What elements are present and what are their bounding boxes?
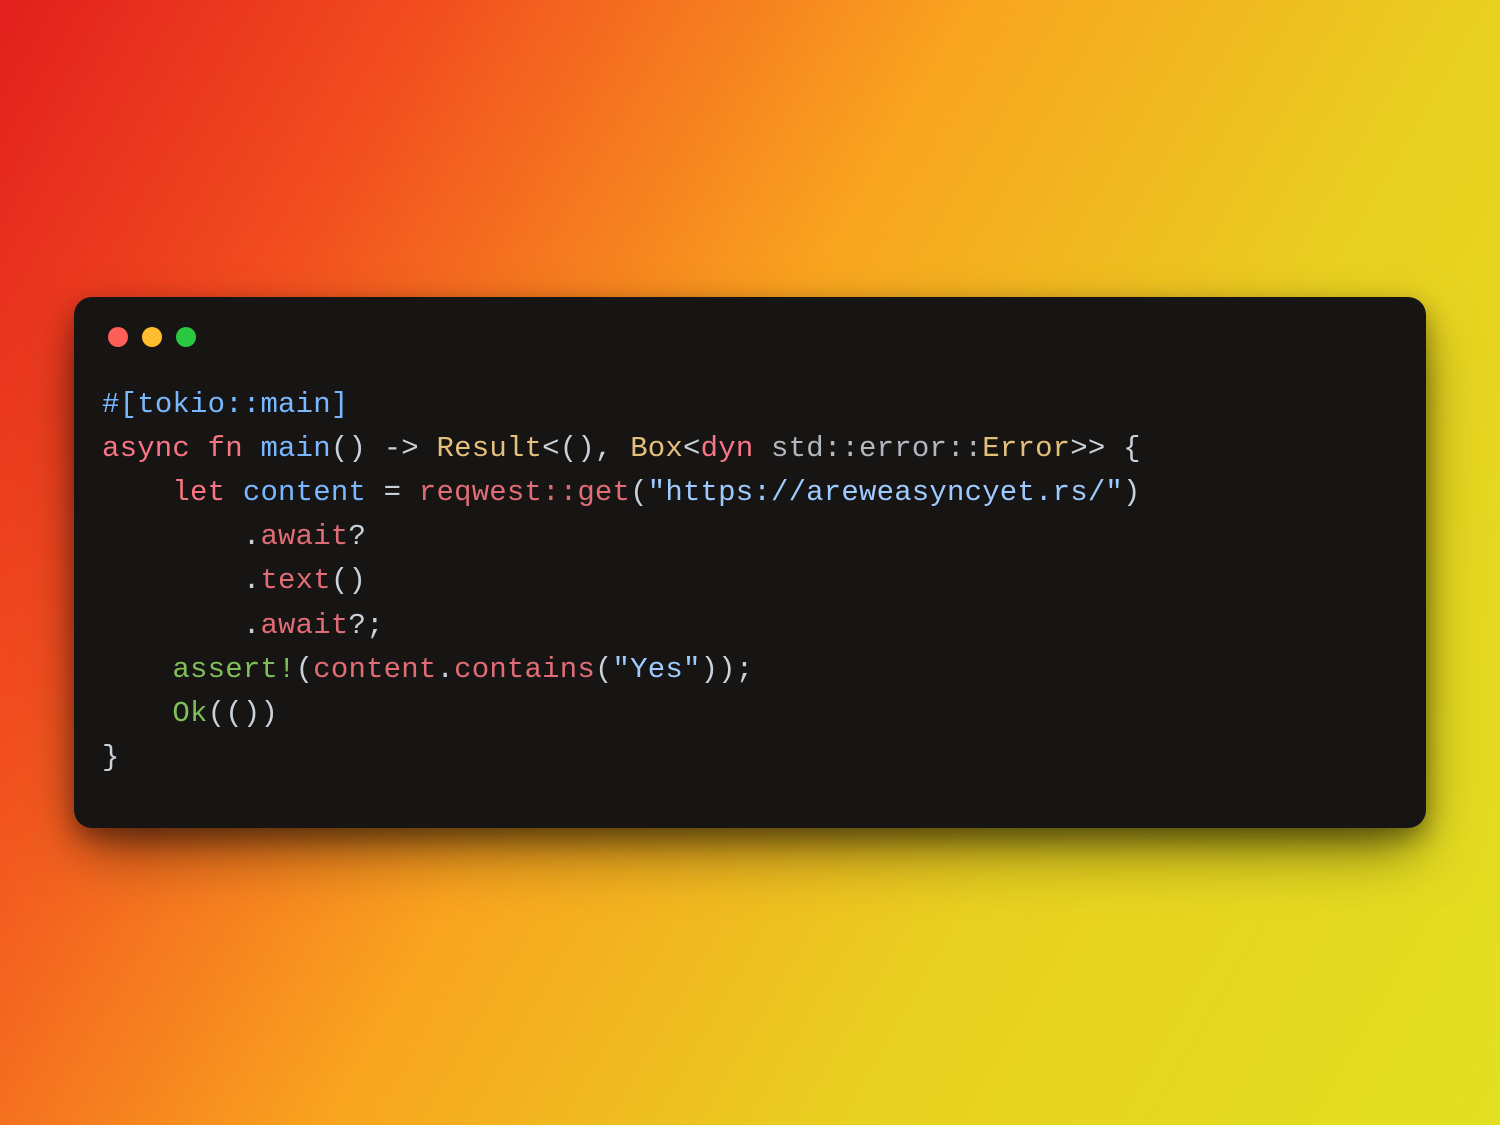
kw-dyn: dyn bbox=[701, 432, 754, 465]
indent bbox=[102, 697, 172, 730]
method-await2: await bbox=[260, 609, 348, 642]
fn-get: get bbox=[577, 476, 630, 509]
indent bbox=[102, 476, 172, 509]
unit: () bbox=[560, 432, 595, 465]
brace-close: } bbox=[102, 741, 120, 774]
paren-empty: () bbox=[331, 432, 366, 465]
var-content: content bbox=[243, 476, 366, 509]
attr-close: ] bbox=[331, 388, 349, 421]
type-box: Box bbox=[630, 432, 683, 465]
paren-open3: ( bbox=[595, 653, 613, 686]
type-result: Result bbox=[437, 432, 543, 465]
method-contains: contains bbox=[454, 653, 595, 686]
dbl-paren: (()) bbox=[208, 697, 278, 730]
dot: . bbox=[243, 520, 261, 553]
semicolon2: ; bbox=[736, 653, 754, 686]
brace-open: { bbox=[1106, 432, 1141, 465]
lt2: < bbox=[683, 432, 701, 465]
paren-open2: ( bbox=[296, 653, 314, 686]
ns-reqwest: reqwest:: bbox=[419, 476, 577, 509]
indent bbox=[102, 609, 243, 642]
var-content2: content bbox=[313, 653, 436, 686]
comma: , bbox=[595, 432, 630, 465]
macro-assert: assert! bbox=[172, 653, 295, 686]
paren-close4: ) bbox=[718, 653, 736, 686]
kw-fn: fn bbox=[208, 432, 243, 465]
paren-close3: ) bbox=[701, 653, 719, 686]
code-block: #[tokio::main] async fn main() -> Result… bbox=[102, 383, 1398, 780]
kw-let: let bbox=[172, 476, 225, 509]
dot: . bbox=[243, 564, 261, 597]
attr-path: tokio::main bbox=[137, 388, 331, 421]
traffic-lights bbox=[102, 327, 1398, 347]
qmark: ? bbox=[348, 520, 366, 553]
enum-ok: Ok bbox=[172, 697, 207, 730]
string-url: "https://areweasyncyet.rs/" bbox=[648, 476, 1123, 509]
window-minimize-button[interactable] bbox=[142, 327, 162, 347]
fn-name: main bbox=[260, 432, 330, 465]
indent bbox=[102, 520, 243, 553]
dot: . bbox=[243, 609, 261, 642]
dot2: . bbox=[437, 653, 455, 686]
method-await: await bbox=[260, 520, 348, 553]
type-error: Error bbox=[982, 432, 1070, 465]
attr-open: #[ bbox=[102, 388, 137, 421]
eq: = bbox=[366, 476, 419, 509]
qmark-semi: ? bbox=[348, 609, 366, 642]
paren-empty2: () bbox=[331, 564, 366, 597]
arrow: -> bbox=[366, 432, 436, 465]
method-text: text bbox=[260, 564, 330, 597]
string-yes: "Yes" bbox=[613, 653, 701, 686]
window-close-button[interactable] bbox=[108, 327, 128, 347]
paren-open: ( bbox=[630, 476, 648, 509]
code-window: #[tokio::main] async fn main() -> Result… bbox=[74, 297, 1426, 828]
indent bbox=[102, 653, 172, 686]
lt: < bbox=[542, 432, 560, 465]
gt2: >> bbox=[1070, 432, 1105, 465]
kw-async: async bbox=[102, 432, 190, 465]
window-zoom-button[interactable] bbox=[176, 327, 196, 347]
indent bbox=[102, 564, 243, 597]
paren-close: ) bbox=[1123, 476, 1141, 509]
ns-std-error: std::error:: bbox=[771, 432, 982, 465]
semicolon: ; bbox=[366, 609, 384, 642]
